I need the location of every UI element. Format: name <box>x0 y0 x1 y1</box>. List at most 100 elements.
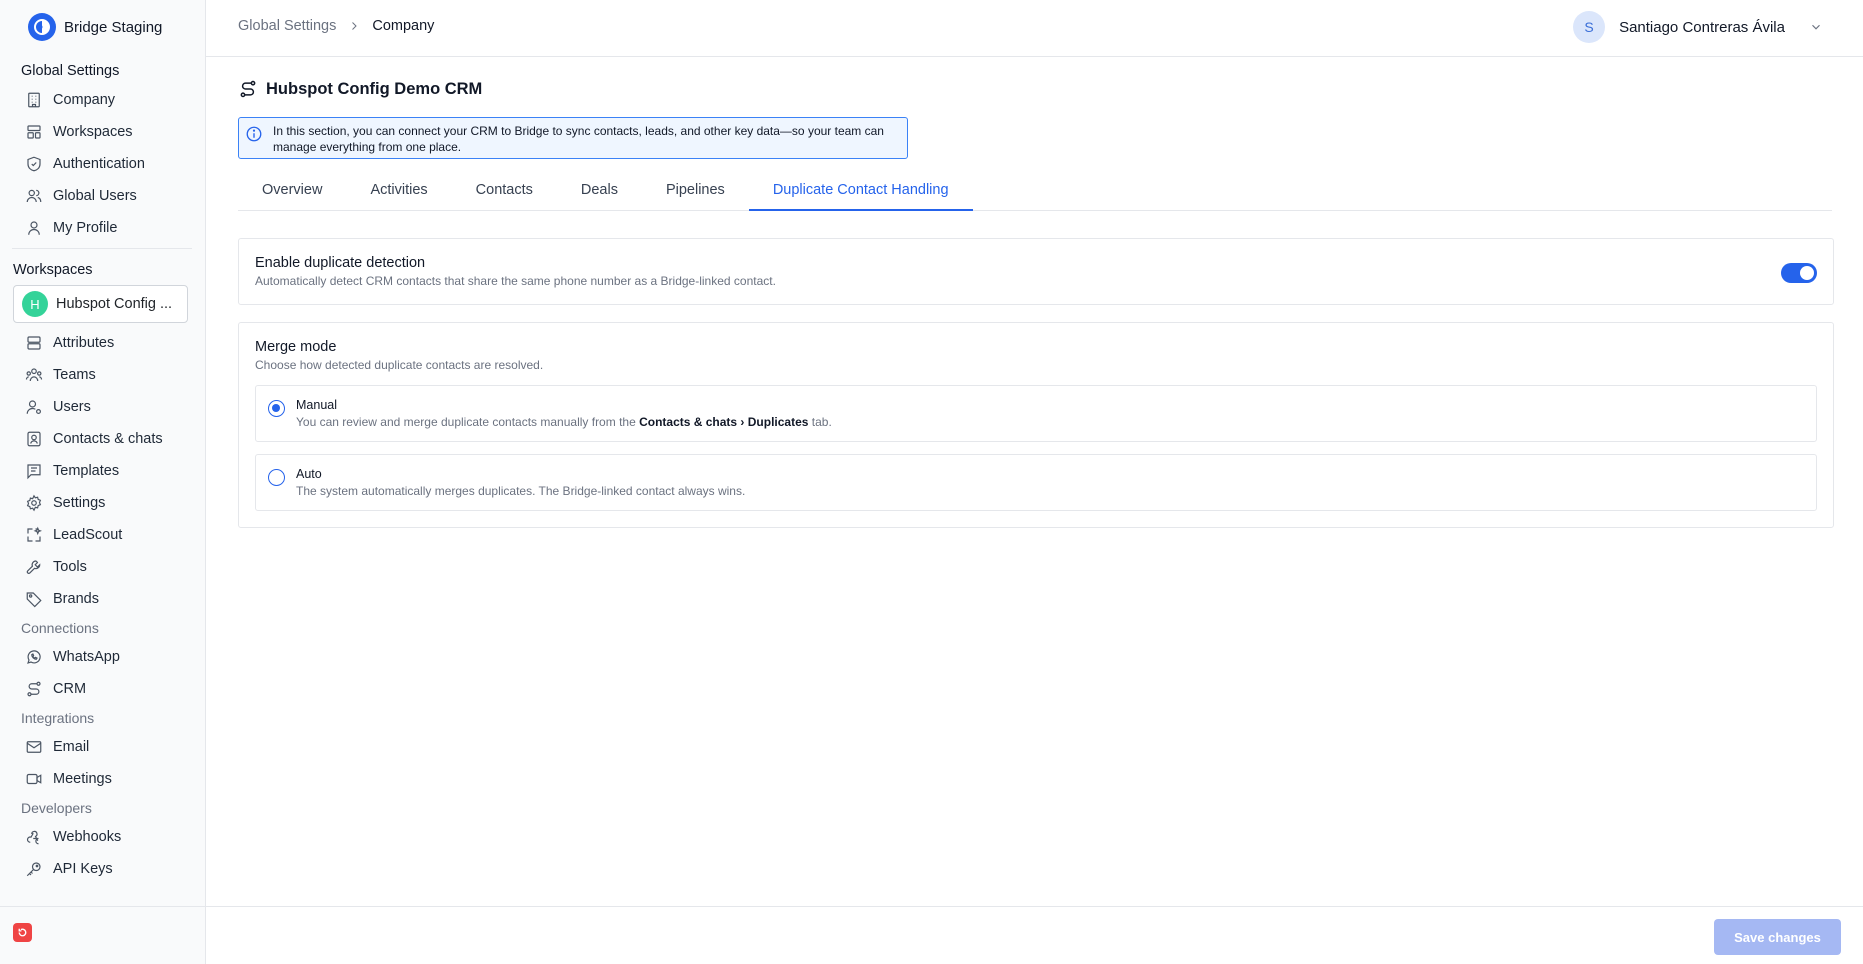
route-icon <box>27 681 41 697</box>
support-icon[interactable] <box>13 923 32 942</box>
sidebar-item-label: WhatsApp <box>53 649 120 665</box>
sidebar-item-users[interactable]: Users <box>0 391 206 423</box>
workspace-name: Hubspot Config ... <box>56 296 173 312</box>
merge-option-auto-title: Auto <box>296 467 322 481</box>
sidebar-item-whatsapp[interactable]: WhatsApp <box>0 641 206 673</box>
sidebar-item-label: Settings <box>53 495 106 511</box>
sidebar-item-my-profile[interactable]: My Profile <box>0 212 206 244</box>
tab-pipelines[interactable]: Pipelines <box>642 171 749 211</box>
sidebar-item-tools[interactable]: Tools <box>0 551 206 583</box>
sidebar-item-crm[interactable]: CRM <box>0 673 206 705</box>
sidebar-item-workspaces[interactable]: Workspaces <box>0 116 206 148</box>
sidebar-item-label: Brands <box>53 591 99 607</box>
sidebar-item-label: Users <box>53 399 91 415</box>
radio-manual[interactable] <box>268 400 285 417</box>
info-icon <box>246 126 262 142</box>
wrench-icon <box>26 560 41 574</box>
user-menu[interactable]: S Santiago Contreras Ávila <box>1573 11 1823 43</box>
chevron-down-icon <box>1812 24 1820 30</box>
info-banner-text: In this section, you can connect your CR… <box>273 124 884 154</box>
user-avatar: S <box>1573 11 1606 43</box>
manual-desc-after: tab. <box>808 415 832 429</box>
sidebar-item-label: API Keys <box>53 861 113 877</box>
sidebar-item-contacts-chats[interactable]: Contacts & chats <box>0 423 206 455</box>
nav-heading-developers: Developers <box>21 800 92 816</box>
sidebar-item-company[interactable]: Company <box>0 84 206 116</box>
sidebar-item-label: Email <box>53 739 90 755</box>
tab-duplicate-contact-handling[interactable]: Duplicate Contact Handling <box>748 171 973 211</box>
merge-option-manual[interactable]: Manual You can review and merge duplicat… <box>255 385 1817 442</box>
merge-option-manual-description: You can review and merge duplicate conta… <box>296 415 832 429</box>
sidebar-footer <box>0 906 206 964</box>
brand[interactable]: Bridge Staging <box>28 12 162 42</box>
workspace-avatar: H <box>22 291 48 317</box>
sidebar-nav: Global Settings Company Workspaces Authe… <box>0 58 206 885</box>
contact-icon <box>27 431 41 447</box>
user-gear-icon <box>26 400 41 414</box>
sidebar-item-settings[interactable]: Settings <box>0 487 206 519</box>
whatsapp-icon <box>27 650 41 664</box>
main-content: Hubspot Config Demo CRM In this section,… <box>206 57 1863 906</box>
nav-heading-global-settings: Global Settings <box>21 63 120 79</box>
layout-icon <box>27 125 41 139</box>
sidebar-item-templates[interactable]: Templates <box>0 455 206 487</box>
manual-desc-before: You can review and merge duplicate conta… <box>296 415 640 429</box>
breadcrumb: Global Settings Company <box>238 18 434 34</box>
sidebar-item-meetings[interactable]: Meetings <box>0 763 206 795</box>
page-title: Hubspot Config Demo CRM <box>238 79 482 99</box>
sidebar-item-label: Authentication <box>53 156 145 172</box>
breadcrumb-current: Company <box>372 18 435 34</box>
merge-mode-card: Merge mode Choose how detected duplicate… <box>238 322 1834 528</box>
page-footer: Save changes <box>206 906 1863 964</box>
building-icon <box>28 92 40 108</box>
page-title-text: Hubspot Config Demo CRM <box>266 79 483 98</box>
merge-option-auto[interactable]: Auto The system automatically merges dup… <box>255 454 1817 511</box>
sidebar-item-leadscout[interactable]: LeadScout <box>0 519 206 551</box>
sidebar-item-brands[interactable]: Brands <box>0 583 206 615</box>
sidebar-item-label: Workspaces <box>53 124 133 140</box>
bridge-logo-icon <box>28 13 56 41</box>
merge-mode-description: Choose how detected duplicate contacts a… <box>255 358 544 372</box>
mail-icon <box>26 741 42 753</box>
template-icon <box>27 464 41 480</box>
sidebar-item-authentication[interactable]: Authentication <box>0 148 206 180</box>
key-icon <box>26 862 41 877</box>
sidebar-item-api-keys[interactable]: API Keys <box>0 853 206 885</box>
sidebar-item-email[interactable]: Email <box>0 731 206 763</box>
nav-heading-connections: Connections <box>21 620 99 636</box>
sidebar-item-label: Webhooks <box>53 829 122 845</box>
tab-bar: Overview Activities Contacts Deals Pipel… <box>238 171 1832 211</box>
workspace-selector[interactable]: H Hubspot Config ... <box>13 285 188 323</box>
merge-option-auto-description: The system automatically merges duplicat… <box>296 484 746 498</box>
video-icon <box>26 773 42 785</box>
app-name: Bridge Staging <box>64 18 163 36</box>
duplicate-detection-description: Automatically detect CRM contacts that s… <box>255 274 776 288</box>
tab-contacts[interactable]: Contacts <box>452 171 557 211</box>
sidebar-item-label: Global Users <box>53 188 137 204</box>
sidebar-divider <box>12 248 192 249</box>
webhook-icon <box>26 830 39 845</box>
duplicate-detection-toggle[interactable] <box>1781 263 1817 283</box>
sidebar-item-global-users[interactable]: Global Users <box>0 180 206 212</box>
sidebar-item-teams[interactable]: Teams <box>0 359 206 391</box>
user-icon <box>28 221 40 235</box>
shield-icon <box>27 156 41 172</box>
sidebar-item-attributes[interactable]: Attributes <box>0 327 206 359</box>
nav-heading-integrations: Integrations <box>21 710 95 726</box>
user-name: Santiago Contreras Ávila <box>1619 18 1785 36</box>
users-icon <box>26 189 42 203</box>
sidebar-item-label: Contacts & chats <box>53 431 163 447</box>
sidebar-item-label: Company <box>53 92 116 108</box>
team-icon <box>25 368 43 382</box>
sidebar-item-webhooks[interactable]: Webhooks <box>0 821 206 853</box>
database-icon <box>27 336 41 350</box>
top-header: Global Settings Company S Santiago Contr… <box>206 0 1863 57</box>
merge-mode-title: Merge mode <box>255 339 337 355</box>
radio-auto[interactable] <box>268 469 285 486</box>
tab-overview[interactable]: Overview <box>238 171 346 211</box>
tab-activities[interactable]: Activities <box>346 171 451 211</box>
nav-heading-workspaces: Workspaces <box>13 262 93 278</box>
save-changes-button[interactable]: Save changes <box>1714 919 1841 955</box>
tab-deals[interactable]: Deals <box>557 171 642 211</box>
breadcrumb-parent[interactable]: Global Settings <box>238 18 336 34</box>
